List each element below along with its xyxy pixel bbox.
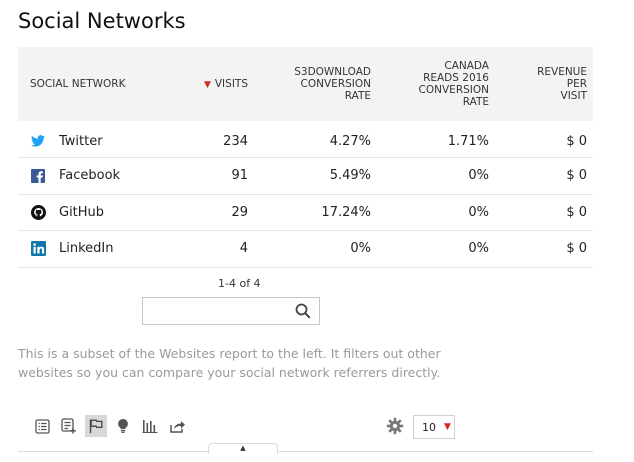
revenue-per-visit-value: $ 0	[566, 204, 587, 220]
sort-desc-icon: ▼	[203, 79, 211, 90]
canada-reads-rate-value: 0%	[468, 241, 489, 257]
column-header-social-network[interactable]: SOCIAL NETWORK	[18, 47, 173, 121]
collapse-handle[interactable]: ▲	[208, 443, 278, 454]
revenue-per-visit-value: $ 0	[566, 133, 587, 149]
linkedin-icon	[30, 241, 46, 257]
goals-view-flag-icon[interactable]	[85, 415, 107, 437]
s3download-rate-value: 5.49%	[329, 168, 371, 184]
revenue-per-visit-value: $ 0	[566, 241, 587, 257]
network-name[interactable]: LinkedIn	[59, 241, 113, 256]
row-limit-select[interactable]: 10 ▼	[413, 415, 455, 439]
table-header-row: SOCIAL NETWORK ▼ VISITS S3DOWNLOAD CONVER…	[18, 47, 593, 121]
table-row[interactable]: LinkedIn 4 0% 0% $ 0	[18, 231, 593, 267]
network-name[interactable]: Twitter	[59, 134, 103, 149]
revenue-per-visit-value: $ 0	[566, 168, 587, 184]
twitter-icon	[30, 133, 46, 149]
column-header-visits[interactable]: ▼ VISITS	[173, 47, 254, 121]
column-header-revenue-per-visit[interactable]: REVENUE PER VISIT	[495, 47, 593, 121]
search-input[interactable]	[147, 299, 291, 325]
facebook-icon	[30, 168, 46, 184]
social-networks-table: SOCIAL NETWORK ▼ VISITS S3DOWNLOAD CONVER…	[18, 47, 593, 268]
chevron-down-icon: ▼	[444, 422, 451, 432]
column-header-canada-reads-conversion-rate[interactable]: CANADA READS 2016 CONVERSION RATE	[377, 47, 495, 121]
visualization-toolbar	[31, 415, 193, 437]
export-share-icon[interactable]	[166, 415, 188, 437]
network-name[interactable]: GitHub	[59, 205, 104, 220]
s3download-rate-value: 4.27%	[329, 133, 371, 149]
canada-reads-rate-value: 0%	[468, 168, 489, 184]
table-view-icon[interactable]	[31, 415, 53, 437]
table-row[interactable]: GitHub 29 17.24% 0% $ 0	[18, 194, 593, 231]
row-limit-value: 10	[422, 420, 436, 434]
network-name[interactable]: Facebook	[59, 168, 120, 183]
visits-value: 4	[239, 241, 248, 257]
pagination-info: 1-4 of 4	[218, 277, 261, 290]
report-description: This is a subset of the Websites report …	[18, 346, 441, 380]
visits-value: 91	[231, 168, 248, 184]
bar-chart-icon[interactable]	[139, 415, 161, 437]
canada-reads-rate-value: 1.71%	[447, 133, 489, 149]
github-icon	[30, 204, 46, 220]
page-title: Social Networks	[18, 9, 186, 33]
s3download-rate-value: 17.24%	[321, 204, 371, 220]
divider	[18, 451, 593, 452]
table-row[interactable]: Facebook 91 5.49% 0% $ 0	[18, 158, 593, 194]
s3download-rate-value: 0%	[350, 241, 371, 257]
search-field[interactable]	[142, 297, 320, 325]
canada-reads-rate-value: 0%	[468, 204, 489, 220]
visits-value: 29	[231, 204, 248, 220]
insights-lightbulb-icon[interactable]	[112, 415, 134, 437]
column-header-s3download-conversion-rate[interactable]: S3DOWNLOAD CONVERSION RATE	[254, 47, 377, 121]
search-icon[interactable]	[295, 303, 311, 323]
gear-icon[interactable]	[386, 417, 404, 439]
table-row[interactable]: Twitter 234 4.27% 1.71% $ 0	[18, 121, 593, 158]
visits-value: 234	[223, 133, 248, 149]
table-more-metrics-icon[interactable]	[58, 415, 80, 437]
caret-up-icon: ▲	[240, 444, 246, 452]
